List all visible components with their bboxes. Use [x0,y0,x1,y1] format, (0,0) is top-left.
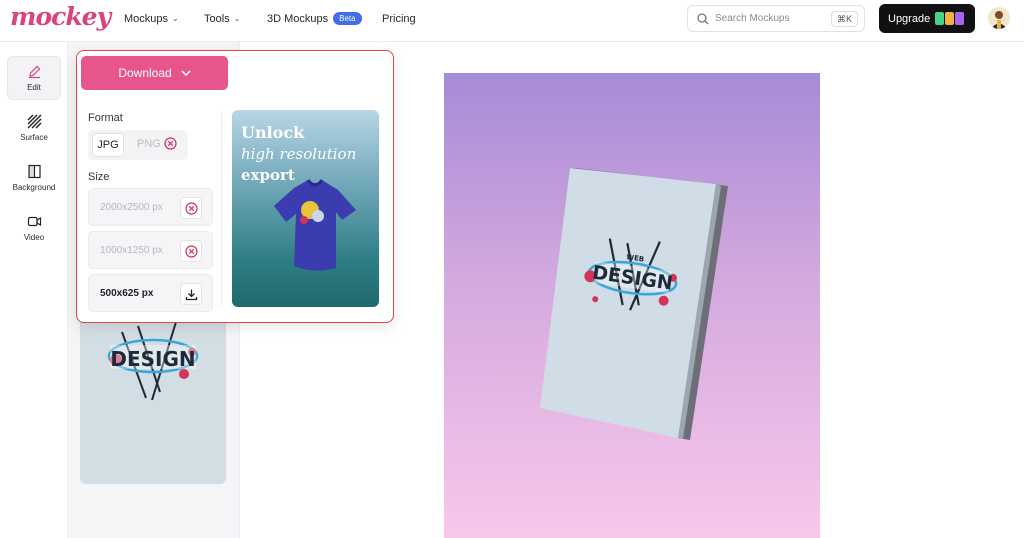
format-png-option[interactable]: PNG [137,137,177,150]
design-word: DESIGN [110,347,195,371]
upgrade-button[interactable]: Upgrade [879,4,975,33]
chevron-down-icon: ⌄ [233,14,241,23]
format-label: Format [88,112,123,124]
chevron-down-icon [181,70,191,76]
design-thumbnail[interactable]: DESIGN [80,312,226,484]
size-label: Size [88,171,110,183]
chevron-down-icon: ⌄ [172,14,179,23]
sidebar-item-video[interactable]: Video [7,206,61,250]
book-mockup-graphic: WEB DESIGN [540,168,728,440]
size-option-2000x2500[interactable]: 2000x2500 px [88,188,213,226]
size-option-500x625[interactable]: 500x625 px [88,274,213,312]
beta-badge: Beta [333,12,362,25]
download-icon[interactable] [180,283,202,305]
background-icon [27,164,41,179]
sidebar-item-background[interactable]: Background [7,156,61,200]
size-option-1000x1250[interactable]: 1000x1250 px [88,231,213,269]
unavailable-x-icon [180,240,202,262]
design-artwork-thumb: DESIGN [107,321,199,401]
avatar-image [991,11,1007,29]
upgrade-promo-card[interactable]: Unlock high resolution export [232,110,379,307]
promo-line-1: Unlock [241,123,305,142]
download-button[interactable]: Download [81,56,228,90]
mockey-logo[interactable]: mockey [10,2,111,31]
nav-pricing[interactable]: Pricing [382,12,416,25]
keyboard-shortcut-badge: ⌘K [830,11,858,27]
search-icon [697,12,709,24]
nav-mockups[interactable]: Mockups ⌄ [124,12,204,25]
tshirt-image [274,179,356,271]
top-bar: mockey Mockups ⌄ Tools ⌄ 3D Mockups Beta Pr… [0,0,1024,42]
hatch-icon [27,114,41,129]
nav-3d-mockups[interactable]: 3D Mockups Beta [267,12,382,25]
search-input[interactable]: Search Mockups ⌘K [687,5,865,32]
popup-divider [221,111,222,306]
tool-sidebar: Edit Surface Background Video [0,42,68,538]
sparkle-icon [935,12,965,25]
format-selector: JPG PNG [88,130,188,160]
sidebar-item-surface[interactable]: Surface [7,106,61,150]
nav-tools[interactable]: Tools ⌄ [204,12,267,25]
main-nav: Mockups ⌄ Tools ⌄ 3D Mockups Beta Pricing [124,12,416,25]
promo-line-2: high resolution [241,145,357,163]
pencil-icon [28,65,40,79]
download-popup: Download Format JPG PNG Size 2000x2500 p… [76,50,394,323]
user-avatar[interactable] [988,7,1010,29]
format-jpg-option[interactable]: JPG [92,133,124,157]
sidebar-item-edit[interactable]: Edit [7,56,61,100]
unavailable-x-icon [164,137,177,150]
unavailable-x-icon [180,197,202,219]
book-mockup[interactable]: WEB DESIGN [540,168,728,443]
video-camera-icon [27,216,41,227]
